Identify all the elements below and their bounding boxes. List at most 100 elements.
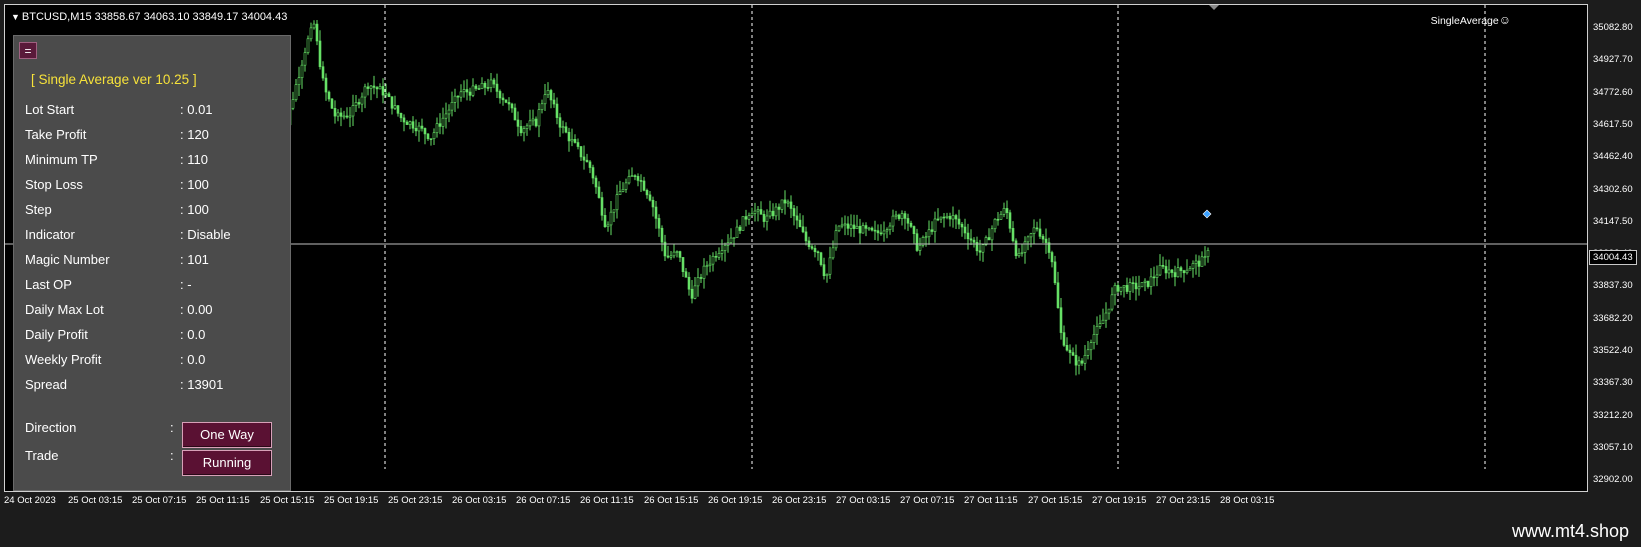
candle-body (1098, 323, 1102, 327)
candle-body (705, 265, 709, 267)
setting-value: : 100 (180, 202, 209, 217)
candle-body (960, 223, 964, 228)
candle-body (615, 194, 619, 211)
candle-body (618, 191, 622, 195)
candle-body (1140, 282, 1144, 288)
candle-body (1002, 208, 1006, 215)
candle-body (876, 230, 880, 234)
candle-body (450, 102, 454, 111)
candle-body (690, 288, 694, 299)
candle-body (1170, 269, 1174, 273)
candle-body (1113, 285, 1117, 296)
setting-row: Daily Profit: 0.0 (25, 327, 285, 347)
candle-body (582, 156, 586, 161)
candle-body (522, 128, 526, 134)
candle-body (357, 102, 361, 105)
candle-body (822, 264, 826, 277)
candle-body (327, 91, 331, 100)
chart-area[interactable]: ▼ BTCUSD,M15 33858.67 34063.10 33849.17 3… (4, 4, 1588, 492)
candle-body (774, 206, 778, 217)
candle-body (630, 175, 634, 177)
setting-row: Last OP: - (25, 277, 285, 297)
expert-advisor-label[interactable]: SingleAverage☺ (1431, 13, 1511, 27)
candle-body (966, 232, 970, 240)
setting-label: Stop Loss (25, 177, 83, 192)
candle-body (864, 225, 868, 229)
candle-body (816, 251, 820, 254)
candle-body (1023, 241, 1027, 253)
candle-body (627, 176, 631, 184)
candle-body (906, 218, 910, 224)
dropdown-triangle-icon[interactable]: ▼ (11, 12, 20, 22)
candle-body (669, 255, 673, 258)
time-tick-label: 27 Oct 03:15 (836, 495, 891, 506)
candle-body (360, 96, 364, 105)
candle-body (381, 86, 385, 96)
candle-body (1122, 285, 1126, 288)
time-tick-label: 28 Oct 03:15 (1220, 495, 1275, 506)
trade-button[interactable]: Running (182, 450, 272, 476)
direction-button[interactable]: One Way (182, 422, 272, 448)
candle-body (1008, 212, 1012, 229)
candle-body (657, 218, 661, 229)
candle-body (372, 85, 376, 88)
setting-label: Daily Profit (25, 327, 88, 342)
candle-body (1191, 263, 1195, 269)
candle-body (1131, 282, 1135, 284)
candle-body (1182, 270, 1186, 274)
candle-body (879, 232, 883, 235)
candle-body (1164, 266, 1168, 274)
candle-body (795, 215, 799, 221)
candle-body (1146, 280, 1150, 287)
candle-body (1053, 261, 1057, 284)
setting-label: Magic Number (25, 252, 110, 267)
candle-body (525, 125, 529, 129)
candle-body (834, 230, 838, 249)
price-tick-label: 32902.00 (1593, 474, 1633, 486)
candle-body (363, 86, 367, 98)
candle-body (732, 237, 736, 239)
chart-shift-icon (1209, 5, 1219, 10)
expert-advisor-name: SingleAverage (1430, 15, 1499, 27)
candle-body (492, 79, 496, 85)
candle-body (750, 213, 754, 216)
setting-label: Indicator (25, 227, 75, 242)
candle-body (1005, 208, 1009, 213)
candle-body (792, 208, 796, 217)
setting-row: Minimum TP: 110 (25, 152, 285, 172)
candle-body (861, 225, 865, 234)
price-tick-label: 34147.50 (1593, 215, 1633, 227)
candle-body (963, 226, 967, 234)
candle-body (978, 250, 982, 253)
candle-body (624, 182, 628, 190)
trade-arrow-icon (1202, 209, 1212, 219)
candle-body (1032, 227, 1036, 234)
candle-body (1173, 272, 1177, 278)
candle-body (1068, 349, 1072, 353)
candle-body (291, 99, 295, 109)
candle-body (312, 23, 316, 29)
price-tick-label: 33367.30 (1593, 377, 1633, 389)
candle-body (1038, 228, 1042, 237)
candle-body (819, 252, 823, 265)
candle-body (648, 194, 652, 201)
candle-body (477, 88, 481, 90)
candle-body (990, 228, 994, 241)
time-tick-label: 26 Oct 19:15 (708, 495, 763, 506)
time-tick-label: 26 Oct 03:15 (452, 495, 507, 506)
candle-body (735, 226, 739, 238)
candle-body (714, 255, 718, 258)
candle-body (306, 38, 310, 53)
candle-body (507, 102, 511, 105)
candle-body (444, 113, 448, 119)
candle-body (594, 177, 598, 188)
candle-body (633, 175, 637, 177)
candle-body (438, 123, 442, 127)
candle-body (936, 218, 940, 221)
price-tick-label: 33682.20 (1593, 312, 1633, 324)
candle-body (576, 142, 580, 147)
time-tick-label: 26 Oct 07:15 (516, 495, 571, 506)
menu-button[interactable]: = (19, 42, 37, 59)
candle-body (798, 219, 802, 228)
candle-body (900, 213, 904, 219)
